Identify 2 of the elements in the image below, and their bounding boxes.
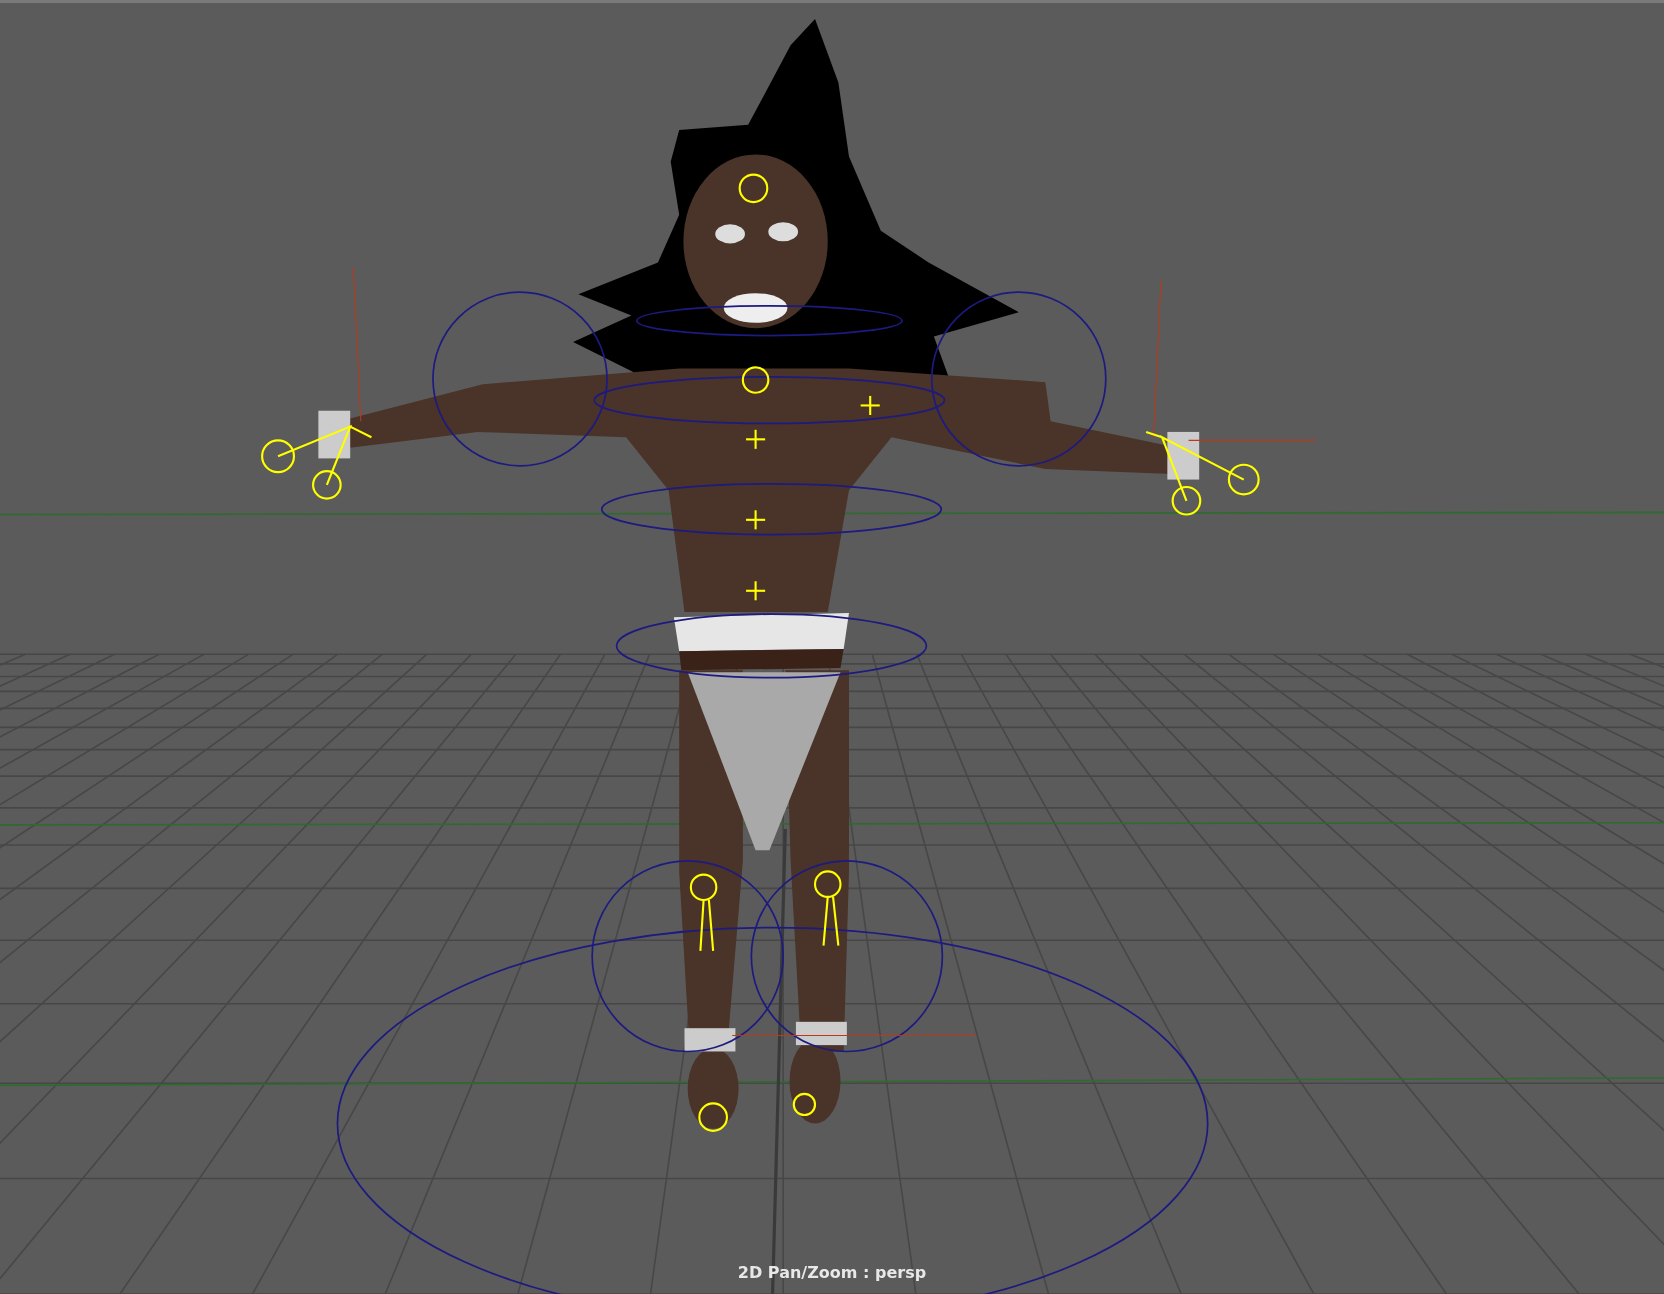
viewport-status-label: 2D Pan/Zoom : persp: [737, 1263, 927, 1282]
3d-viewport[interactable]: 2D Pan/Zoom : persp: [0, 0, 1664, 1294]
